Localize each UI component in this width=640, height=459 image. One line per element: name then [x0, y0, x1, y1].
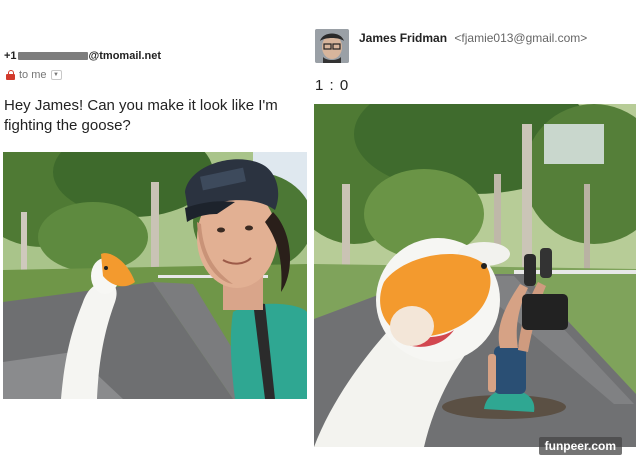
sender-suffix: @tmomail.net: [88, 50, 162, 62]
email-panel: +1 @tmomail.net to me ▼ Hey James! Can y…: [0, 0, 310, 459]
reply-sender: James Fridman <fjamie013@gmail.com>: [359, 31, 587, 45]
redacted-number: [17, 52, 88, 60]
reply-panel: James Fridman <fjamie013@gmail.com> 1 : …: [310, 0, 640, 459]
reply-message-text: 1 : 0: [315, 77, 350, 94]
recipient-label: to me: [19, 69, 47, 81]
edited-photo: [314, 104, 636, 447]
reply-sender-email: <fjamie013@gmail.com>: [454, 31, 588, 45]
selfie-photo: [3, 152, 307, 399]
reply-sender-name: James Fridman: [359, 31, 448, 45]
avatar-image: [315, 29, 349, 63]
edited-illustration: [314, 104, 636, 447]
lock-icon: [6, 70, 15, 80]
recipient-line[interactable]: to me ▼: [6, 69, 62, 81]
selfie-illustration: [3, 152, 307, 399]
avatar[interactable]: [315, 29, 349, 63]
message-text: Hey James! Can you make it look like I'm…: [4, 97, 278, 134]
sender-prefix: +1: [4, 50, 17, 62]
watermark: funpeer.com: [538, 437, 622, 455]
chevron-down-icon[interactable]: ▼: [50, 70, 62, 80]
sender-address: +1 @tmomail.net: [4, 50, 161, 62]
